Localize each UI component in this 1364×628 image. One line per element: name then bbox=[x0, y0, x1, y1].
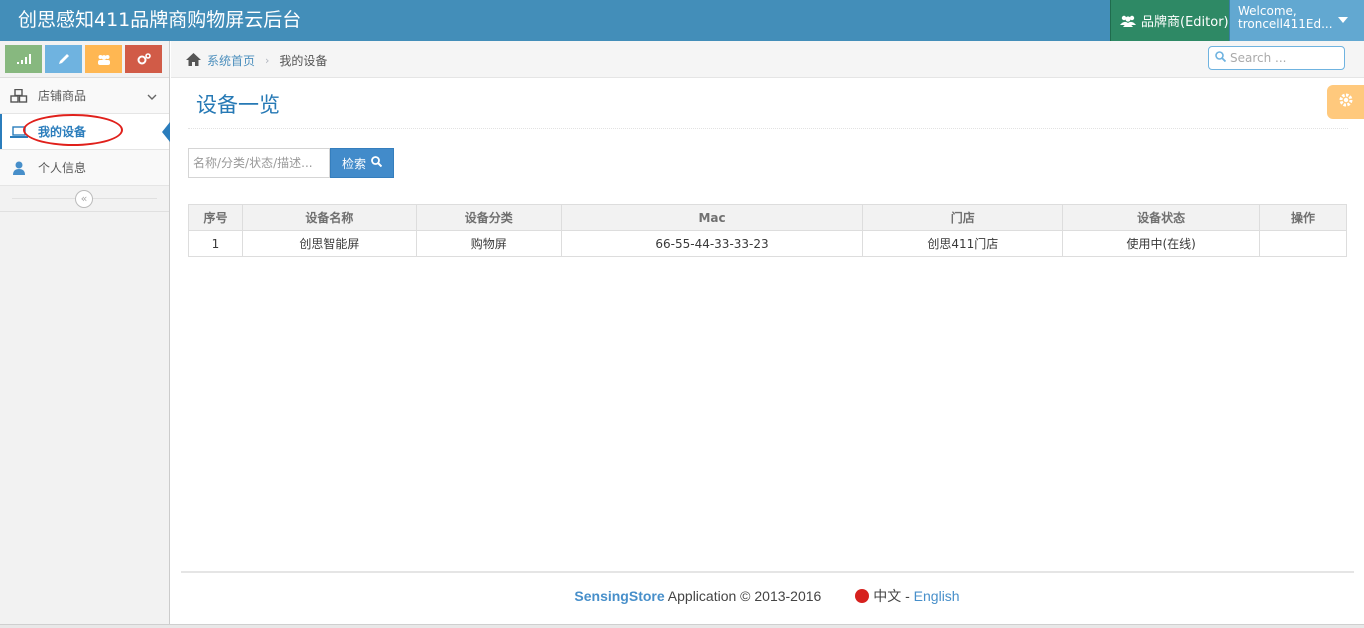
chevron-down-icon bbox=[147, 90, 157, 104]
cogs-icon[interactable] bbox=[125, 45, 162, 73]
cell-device-name: 创思智能屏 bbox=[241, 230, 417, 257]
search-input[interactable] bbox=[1230, 51, 1338, 65]
page-header: 设备一览 bbox=[188, 78, 1348, 129]
sidebar-item-personal-info[interactable]: 个人信息 bbox=[0, 150, 169, 186]
breadcrumb: 系统首页 › 我的设备 bbox=[171, 41, 1364, 78]
breadcrumb-current: 我的设备 bbox=[279, 54, 328, 68]
user-icon bbox=[9, 161, 29, 175]
cell-mac: 66-55-44-33-33-23 bbox=[560, 230, 864, 257]
annotation-highlight-ellipse bbox=[23, 114, 123, 146]
sidebar-item-store-products[interactable]: 店铺商品 bbox=[0, 78, 169, 114]
top-navbar: 创思感知411品牌商购物屏云后台 品牌商(Editor) Welcome, tr… bbox=[0, 0, 1364, 41]
nav-search bbox=[1208, 46, 1345, 70]
footer-brand: SensingStore bbox=[574, 588, 665, 604]
caret-down-icon bbox=[1338, 17, 1348, 23]
table-header-row: 序号 设备名称 设备分类 Mac 门店 设备状态 操作 bbox=[188, 204, 1347, 231]
role-button[interactable]: 品牌商(Editor) bbox=[1110, 0, 1229, 41]
pencil-icon[interactable] bbox=[45, 45, 82, 73]
breadcrumb-home-link[interactable]: 系统首页 bbox=[207, 52, 255, 69]
filter-search-label: 检索 bbox=[341, 156, 366, 171]
filter-search-button[interactable]: 检索 bbox=[330, 148, 394, 178]
device-filter: 检索 bbox=[188, 148, 394, 178]
footer-copyright: Application © 2013-2016 bbox=[667, 588, 822, 604]
bottom-scrollbar[interactable] bbox=[0, 624, 1364, 628]
search-icon bbox=[371, 156, 383, 170]
home-icon bbox=[186, 52, 201, 69]
column-header[interactable]: 序号 bbox=[188, 204, 243, 231]
cell-actions bbox=[1259, 230, 1347, 257]
china-flag-icon bbox=[855, 589, 870, 603]
sidebar-item-label: 店铺商品 bbox=[38, 89, 87, 103]
users-icon bbox=[1120, 15, 1136, 27]
breadcrumb-separator-icon: › bbox=[265, 54, 270, 67]
lang-separator: - bbox=[905, 588, 910, 604]
column-header[interactable]: 设备分类 bbox=[415, 204, 562, 231]
column-header[interactable]: 设备名称 bbox=[241, 204, 417, 231]
column-header[interactable]: 设备状态 bbox=[1062, 204, 1261, 231]
double-angle-left-icon[interactable]: « bbox=[75, 190, 93, 208]
cell-device-status: 使用中(在线) bbox=[1062, 230, 1261, 257]
cell-device-category: 购物屏 bbox=[415, 230, 562, 257]
filter-input[interactable] bbox=[188, 148, 330, 178]
cubes-icon bbox=[9, 88, 29, 103]
user-menu-button[interactable]: Welcome, troncell411Ed... bbox=[1229, 0, 1364, 41]
cell-index: 1 bbox=[188, 230, 243, 257]
cell-store: 创思411门店 bbox=[862, 230, 1064, 257]
lang-zh-link[interactable]: 中文 bbox=[873, 588, 901, 604]
users-icon[interactable] bbox=[85, 45, 122, 73]
column-header[interactable]: Mac bbox=[560, 204, 864, 231]
device-table: 序号 设备名称 设备分类 Mac 门店 设备状态 操作 1 创思智能屏 购物屏 … bbox=[188, 204, 1347, 257]
sidebar-shortcuts bbox=[0, 41, 169, 78]
role-label: 品牌商(Editor) bbox=[1141, 15, 1229, 30]
page-title: 设备一览 bbox=[196, 93, 280, 117]
table-row[interactable]: 1 创思智能屏 购物屏 66-55-44-33-33-23 创思411门店 使用… bbox=[188, 230, 1347, 257]
search-icon bbox=[1215, 50, 1227, 66]
column-header[interactable]: 操作 bbox=[1259, 204, 1347, 231]
column-header[interactable]: 门店 bbox=[862, 204, 1064, 231]
sidebar-item-label: 个人信息 bbox=[38, 161, 87, 175]
signal-icon[interactable] bbox=[5, 45, 42, 73]
footer: SensingStore Application © 2013-2016 中文 … bbox=[0, 586, 1364, 606]
footer-divider bbox=[181, 571, 1354, 573]
app-title[interactable]: 创思感知411品牌商购物屏云后台 bbox=[18, 8, 301, 32]
lang-en-link[interactable]: English bbox=[914, 588, 960, 604]
sidebar-collapse-row: « bbox=[0, 186, 169, 212]
